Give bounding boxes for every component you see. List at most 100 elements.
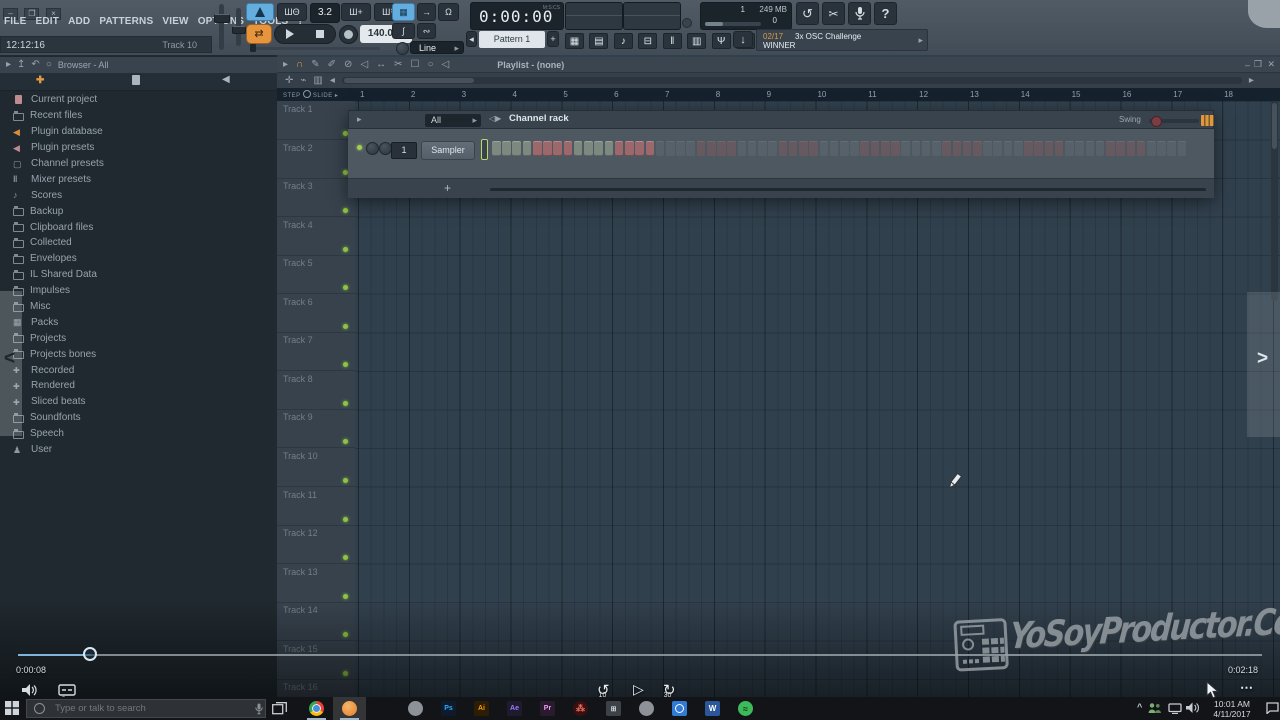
step-slide-knob[interactable] bbox=[303, 90, 311, 98]
toggle-browser-button[interactable]: ⊟ bbox=[638, 33, 657, 49]
step-cell[interactable] bbox=[993, 141, 1002, 156]
browser-item[interactable]: Envelopes bbox=[0, 251, 277, 267]
step-cell[interactable] bbox=[1157, 141, 1166, 156]
step-cell[interactable] bbox=[789, 141, 798, 156]
step-cell[interactable] bbox=[697, 141, 706, 156]
step-cell[interactable] bbox=[1086, 141, 1095, 156]
channel-rack-titlebar[interactable]: ▸ All ▸ ◁▶ Channel rack Swing bbox=[348, 110, 1214, 129]
channel-filter-selector[interactable]: All ▸ bbox=[425, 114, 481, 127]
play-video-button[interactable]: ▷ bbox=[633, 681, 644, 698]
song-position-handle[interactable] bbox=[250, 44, 256, 52]
menu-item[interactable]: PATTERNS bbox=[99, 16, 153, 27]
browser-item[interactable]: Plugin database bbox=[0, 124, 277, 140]
prev-video-button[interactable]: < bbox=[4, 348, 15, 370]
tray-clock[interactable]: 10:01 AM 4/11/2017 bbox=[1198, 699, 1266, 719]
gray-taskbar-button[interactable] bbox=[630, 697, 663, 720]
step-cell[interactable] bbox=[799, 141, 808, 156]
menu-item[interactable]: EDIT bbox=[35, 16, 59, 27]
step-cell[interactable] bbox=[1106, 141, 1115, 156]
step-cell[interactable] bbox=[686, 141, 695, 156]
record-audio-button[interactable] bbox=[848, 2, 871, 25]
countdown-button[interactable]: Ш+ bbox=[341, 3, 371, 21]
wait-for-input-button[interactable]: ШΘ bbox=[277, 3, 307, 21]
step-cell[interactable] bbox=[1055, 141, 1064, 156]
toggle-plugin-button[interactable]: Ψ bbox=[712, 33, 731, 49]
step-cell[interactable] bbox=[512, 141, 521, 156]
menu-item[interactable]: ADD bbox=[68, 16, 90, 27]
step-cell[interactable] bbox=[1075, 141, 1084, 156]
step-cell[interactable] bbox=[881, 141, 890, 156]
search-mic-icon[interactable] bbox=[255, 703, 263, 715]
track-led-icon[interactable] bbox=[343, 285, 348, 290]
slice-tool-icon[interactable]: ✂ bbox=[394, 58, 402, 72]
browser-item[interactable]: Soundfonts bbox=[0, 410, 277, 426]
track-header[interactable]: Track 9 bbox=[277, 409, 355, 448]
metronome-bell-button[interactable]: Ω bbox=[438, 3, 459, 21]
snap-selector[interactable]: Line ▸ bbox=[410, 41, 464, 54]
browser-up-icon[interactable]: ↥ bbox=[17, 58, 25, 72]
paint-tool-icon[interactable]: ✐ bbox=[328, 58, 336, 72]
track-led-icon[interactable] bbox=[343, 401, 348, 406]
slip-tool-icon[interactable]: ↔ bbox=[376, 58, 386, 72]
track-led-icon[interactable] bbox=[343, 517, 348, 522]
marker-tool-icon[interactable]: ✛ bbox=[285, 74, 293, 88]
select-tool-icon[interactable]: ☐ bbox=[411, 58, 420, 72]
pattern-picker-icon[interactable]: ▥ bbox=[313, 74, 322, 88]
step-cell[interactable] bbox=[1137, 141, 1146, 156]
news-banner[interactable]: 02/17 3x OSC Challenge WINNER ▸ bbox=[756, 29, 928, 51]
track-header[interactable]: Track 4 bbox=[277, 217, 355, 256]
browser-item[interactable]: Rendered bbox=[0, 378, 277, 394]
add-channel-button[interactable]: + bbox=[444, 181, 451, 195]
step-cell[interactable] bbox=[523, 141, 532, 156]
step-cell[interactable] bbox=[492, 141, 501, 156]
playlist-minimize-button[interactable]: ‒ bbox=[1245, 60, 1250, 70]
snap-magnet-icon[interactable]: ∩ bbox=[296, 58, 303, 72]
pattern-selector[interactable]: Pattern 1 bbox=[479, 31, 545, 48]
undo-button[interactable]: ↺ bbox=[796, 2, 819, 25]
track-header[interactable]: Track 5 bbox=[277, 255, 355, 294]
step-cell[interactable] bbox=[707, 141, 716, 156]
seek-handle[interactable] bbox=[83, 647, 97, 661]
track-header[interactable]: Track 8 bbox=[277, 371, 355, 410]
step-cell[interactable] bbox=[1034, 141, 1043, 156]
menu-item[interactable]: VIEW bbox=[162, 16, 188, 27]
track-header[interactable]: Track 2 bbox=[277, 140, 355, 179]
captions-button[interactable] bbox=[58, 684, 76, 698]
scroll-right-icon[interactable]: ▸ bbox=[1249, 74, 1254, 88]
browser-add-tab-button[interactable]: ✚ bbox=[36, 75, 44, 86]
step-cell[interactable] bbox=[605, 141, 614, 156]
step-cell[interactable] bbox=[727, 141, 736, 156]
pencil-small-icon[interactable]: ⌁ bbox=[300, 74, 306, 88]
step-cell[interactable] bbox=[1147, 141, 1156, 156]
playlist-menu-icon[interactable]: ▸ bbox=[283, 58, 288, 72]
browser-item[interactable]: Clipboard files bbox=[0, 219, 277, 235]
browser-item[interactable]: Projects bbox=[0, 330, 277, 346]
calc-taskbar-button[interactable]: ⊞ bbox=[597, 697, 630, 720]
browser-file-tab-icon[interactable] bbox=[132, 75, 140, 85]
track-led-icon[interactable] bbox=[343, 555, 348, 560]
step-cell[interactable] bbox=[1014, 141, 1023, 156]
stop-button[interactable] bbox=[316, 30, 324, 38]
step-cell[interactable] bbox=[1127, 141, 1136, 156]
search-input[interactable] bbox=[53, 702, 227, 715]
tray-people-icon[interactable] bbox=[1148, 702, 1161, 714]
track-led-icon[interactable] bbox=[343, 439, 348, 444]
ai-taskbar-button[interactable]: Ai bbox=[465, 697, 498, 720]
track-led-icon[interactable] bbox=[343, 208, 348, 213]
seek-bar-played[interactable] bbox=[18, 654, 91, 656]
channel-button[interactable]: Sampler bbox=[421, 141, 475, 160]
channel-pan-knob[interactable] bbox=[366, 142, 379, 155]
browser-item[interactable]: Recent files bbox=[0, 108, 277, 124]
toggle-channel-rack-button[interactable]: ▤ bbox=[589, 33, 608, 49]
step-cell[interactable] bbox=[656, 141, 665, 156]
step-slide-control[interactable]: STEP SLIDE ▸ bbox=[283, 90, 338, 99]
osc-knob[interactable] bbox=[682, 18, 692, 28]
step-cell[interactable] bbox=[574, 141, 583, 156]
step-cell[interactable] bbox=[676, 141, 685, 156]
chrome-taskbar-button[interactable] bbox=[300, 697, 333, 720]
step-cell[interactable] bbox=[932, 141, 941, 156]
browser-item[interactable]: Misc bbox=[0, 299, 277, 315]
track-header[interactable]: Track 1 bbox=[277, 101, 355, 140]
step-cell[interactable] bbox=[646, 141, 655, 156]
playlist-close-button[interactable]: ✕ bbox=[1267, 59, 1275, 70]
